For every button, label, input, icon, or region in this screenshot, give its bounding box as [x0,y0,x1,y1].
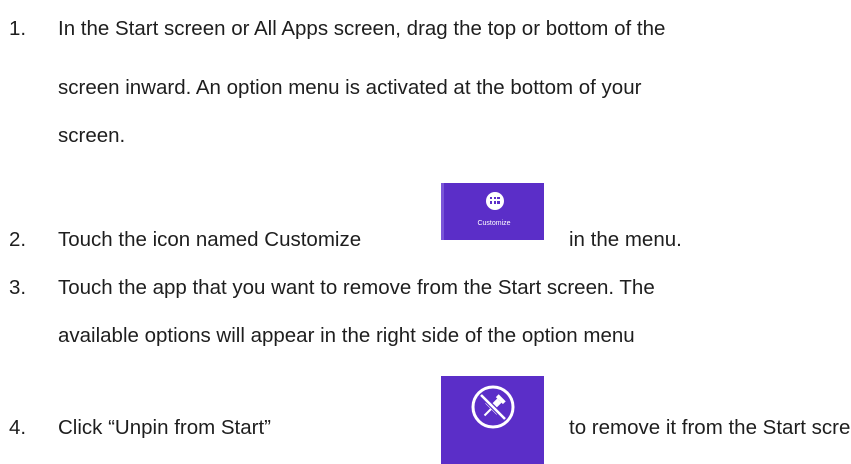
step-text-line: In the Start screen or All Apps screen, … [58,17,666,40]
customize-tile-label: Customize [477,220,511,227]
step-text-line: Touch the app that you want to remove fr… [58,276,655,299]
step-number: 1. [9,17,27,40]
step-text-before: Click “Unpin from Start” [58,416,272,439]
step-text-before: Touch the icon named Customize [58,228,362,251]
unpin-tile [441,376,544,464]
customize-tile: Customize [441,183,544,240]
step-text-after: in the menu. [569,228,682,251]
step-number: 4. [9,416,27,439]
step-text-line: screen inward. An option menu is activat… [58,76,642,99]
unpin-icon [471,385,515,429]
step-text-line: screen. [58,124,126,147]
step-text-line: available options will appear in the rig… [58,324,635,347]
customize-grid-icon [490,197,500,205]
step-text-after: to remove it from the Start screen. [569,416,851,439]
step-number: 2. [9,228,27,251]
step-number: 3. [9,276,27,299]
